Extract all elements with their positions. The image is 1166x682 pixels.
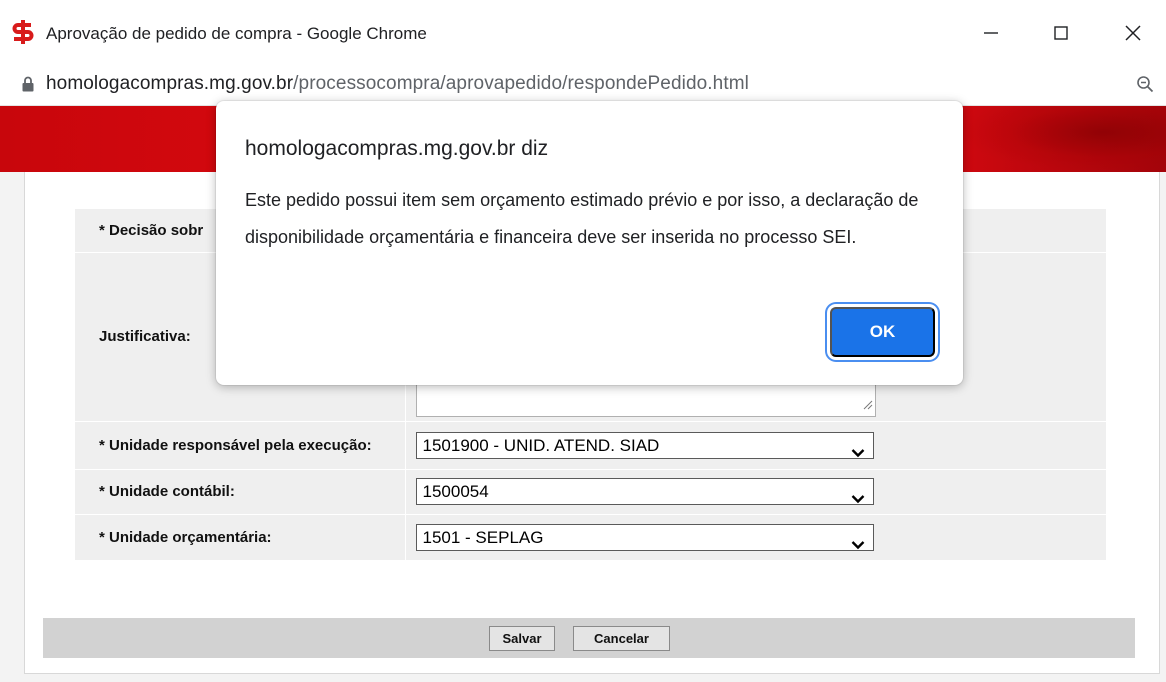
minimize-icon xyxy=(982,24,1000,42)
maximize-icon xyxy=(1052,24,1070,42)
dialog-title: homologacompras.mg.gov.br diz xyxy=(245,137,549,160)
chrome-popup-window: Aprovação de pedido de compra - Google C… xyxy=(0,0,1166,682)
select-value: 1500054 xyxy=(422,482,489,501)
ok-button[interactable]: OK xyxy=(830,307,935,357)
unidade-responsavel-select[interactable]: 1501900 - UNID. ATEND. SIAD xyxy=(415,431,874,459)
dialog-message: Este pedido possui item sem orçamento es… xyxy=(245,190,919,247)
unidade-responsavel-cell: 1501900 - UNID. ATEND. SIAD xyxy=(405,421,1107,470)
url-text[interactable]: homologacompras.mg.gov.br/processocompra… xyxy=(46,73,749,95)
table-row: * Unidade orçamentária: 1501 - SEPLAG xyxy=(75,514,1107,561)
chevron-down-icon xyxy=(851,532,865,557)
unidade-contabil-label: * Unidade contábil: xyxy=(75,469,406,515)
unidade-orcamentaria-label: * Unidade orçamentária: xyxy=(75,514,406,561)
url-path: /processocompra/aprovapedido/respondePed… xyxy=(293,73,749,94)
cancel-button[interactable]: Cancelar xyxy=(573,626,670,651)
minimize-button[interactable] xyxy=(966,14,1016,52)
url-host: homologacompras.mg.gov.br xyxy=(46,73,294,94)
siad-logo-icon xyxy=(12,20,34,44)
select-value: 1501 - SEPLAG xyxy=(422,527,544,547)
save-button[interactable]: Salvar xyxy=(489,626,555,651)
lock-icon[interactable] xyxy=(22,76,34,97)
table-row: * Unidade contábil: 1500054 xyxy=(75,469,1107,515)
unidade-orcamentaria-cell: 1501 - SEPLAG xyxy=(405,514,1107,561)
unidade-responsavel-label: * Unidade responsável pela execução: xyxy=(75,421,406,470)
header-decoration xyxy=(956,106,1166,172)
close-icon xyxy=(1123,23,1143,43)
unidade-contabil-select[interactable]: 1500054 xyxy=(415,478,874,505)
zoom-icon[interactable] xyxy=(1136,75,1154,98)
resize-grip-icon[interactable] xyxy=(863,397,873,414)
table-row: * Unidade responsável pela execução: 150… xyxy=(75,421,1107,470)
maximize-button[interactable] xyxy=(1036,14,1086,52)
window-title: Aprovação de pedido de compra - Google C… xyxy=(46,24,427,43)
chevron-down-icon xyxy=(851,440,865,465)
unidade-orcamentaria-select[interactable]: 1501 - SEPLAG xyxy=(415,523,874,551)
unidade-contabil-cell: 1500054 xyxy=(405,469,1107,515)
form-button-bar: Salvar Cancelar xyxy=(43,618,1135,658)
chevron-down-icon xyxy=(851,486,865,511)
alert-dialog: homologacompras.mg.gov.br diz Este pedid… xyxy=(216,101,963,385)
title-bar: Aprovação de pedido de compra - Google C… xyxy=(0,0,1166,62)
address-bar[interactable]: homologacompras.mg.gov.br/processocompra… xyxy=(0,62,1166,106)
select-value: 1501900 - UNID. ATEND. SIAD xyxy=(422,435,660,455)
close-button[interactable] xyxy=(1108,14,1158,52)
